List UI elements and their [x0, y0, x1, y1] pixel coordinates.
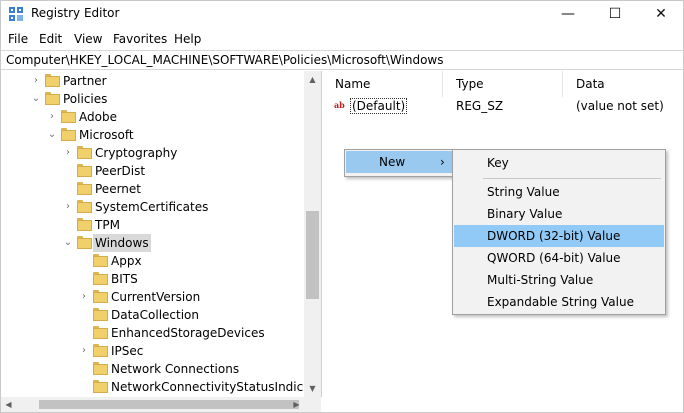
- submenu-item-label: Multi-String Value: [487, 273, 594, 287]
- submenu-item-label: Expandable String Value: [487, 295, 634, 309]
- value-data: (value not set): [576, 99, 664, 113]
- submenu-item-multi-string-value[interactable]: Multi-String Value: [454, 269, 664, 291]
- tree-item-label-selected: Windows: [93, 234, 151, 252]
- tree-item-label: Policies: [63, 92, 108, 106]
- address-path[interactable]: Computer\HKEY_LOCAL_MACHINE\SOFTWARE\Pol…: [6, 53, 443, 67]
- collapse-chevron-icon[interactable]: ⌄: [31, 90, 41, 108]
- tree-item-label: TPM: [95, 218, 120, 232]
- folder-icon: [77, 146, 92, 159]
- address-bar[interactable]: Computer\HKEY_LOCAL_MACHINE\SOFTWARE\Pol…: [1, 50, 683, 70]
- value-type: REG_SZ: [456, 99, 504, 113]
- expand-chevron-icon[interactable]: ›: [63, 198, 73, 216]
- close-button[interactable]: ✕: [638, 1, 684, 28]
- folder-icon: [61, 110, 76, 123]
- collapse-chevron-icon[interactable]: ⌄: [63, 234, 73, 252]
- tree-vertical-scrollbar[interactable]: ▲ ▼: [304, 71, 321, 397]
- submenu-item-string-value[interactable]: String Value: [454, 181, 664, 203]
- scroll-up-arrow-icon[interactable]: ▲: [304, 71, 321, 88]
- folder-icon: [93, 290, 108, 303]
- new-submenu: Key String Value Binary Value DWORD (32-…: [452, 149, 666, 315]
- collapse-chevron-icon[interactable]: ⌄: [47, 126, 57, 144]
- submenu-item-binary-value[interactable]: Binary Value: [454, 203, 664, 225]
- submenu-item-label: Binary Value: [487, 207, 563, 221]
- tree-item-label: Adobe: [79, 110, 117, 124]
- tree-item-label: Partner: [63, 74, 107, 88]
- expand-chevron-icon[interactable]: ›: [63, 144, 73, 162]
- column-header-data[interactable]: Data: [563, 71, 683, 97]
- tree-item-label: PeerDist: [95, 164, 146, 178]
- scroll-thumb[interactable]: [39, 400, 299, 409]
- value-name: (Default): [350, 98, 408, 114]
- submenu-item-dword-value[interactable]: DWORD (32-bit) Value: [454, 225, 664, 247]
- tree-item-label: Appx: [111, 254, 142, 268]
- tree-item-label: IPSec: [111, 344, 144, 358]
- string-value-icon: ab: [334, 100, 345, 110]
- tree-item-label: BITS: [111, 272, 138, 286]
- expand-chevron-icon[interactable]: ›: [79, 342, 89, 360]
- folder-icon: [93, 272, 108, 285]
- tree-item-label: Peernet: [95, 182, 141, 196]
- menu-edit[interactable]: Edit: [39, 32, 62, 46]
- menu-bar: File Edit View Favorites Help: [1, 29, 683, 49]
- column-header-name[interactable]: Name: [322, 71, 443, 97]
- tree-horizontal-scrollbar[interactable]: ◀ ▶: [1, 397, 321, 412]
- window-title: Registry Editor: [31, 6, 120, 20]
- menu-favorites[interactable]: Favorites: [113, 32, 167, 46]
- folder-icon: [45, 74, 60, 87]
- folder-icon: [77, 218, 92, 231]
- maximize-button[interactable]: ☐: [592, 1, 638, 28]
- tree-item-label: Cryptography: [95, 146, 178, 160]
- scroll-right-arrow-icon[interactable]: ▶: [289, 397, 304, 412]
- submenu-item-qword-value[interactable]: QWORD (64-bit) Value: [454, 247, 664, 269]
- minimize-button[interactable]: —: [545, 1, 591, 28]
- expand-chevron-icon[interactable]: ›: [47, 108, 57, 126]
- menu-item-new[interactable]: New ›: [346, 151, 452, 173]
- folder-icon: [93, 362, 108, 375]
- tree-item-label: EnhancedStorageDevices: [111, 326, 265, 340]
- registry-editor-window: Registry Editor — ☐ ✕ File Edit View Fav…: [0, 0, 684, 413]
- expand-chevron-icon[interactable]: ›: [31, 72, 41, 90]
- tree-item-label: NetworkConnectivityStatusIndicator: [111, 380, 322, 394]
- submenu-item-label: Key: [487, 156, 509, 170]
- folder-icon: [77, 236, 92, 249]
- folder-icon: [77, 182, 92, 195]
- menu-item-label: New: [379, 155, 406, 169]
- value-row-default[interactable]: ab (Default) REG_SZ (value not set): [322, 97, 683, 115]
- scroll-thumb[interactable]: [306, 211, 319, 299]
- menu-view[interactable]: View: [74, 32, 102, 46]
- folder-icon: [93, 254, 108, 267]
- tree-item-label: DataCollection: [111, 308, 200, 322]
- folder-icon: [45, 92, 60, 105]
- folder-icon: [93, 344, 108, 357]
- column-header-type[interactable]: Type: [443, 71, 563, 97]
- title-bar: Registry Editor — ☐ ✕: [1, 1, 683, 28]
- menu-help[interactable]: Help: [174, 32, 201, 46]
- folder-icon: [93, 326, 108, 339]
- submenu-item-label: QWORD (64-bit) Value: [487, 251, 621, 265]
- submenu-arrow-icon: ›: [440, 155, 445, 169]
- submenu-item-label: DWORD (32-bit) Value: [487, 229, 621, 243]
- menu-file[interactable]: File: [8, 32, 28, 46]
- menu-separator: [483, 178, 661, 179]
- registry-app-icon: [9, 7, 23, 21]
- context-menu: New ›: [344, 149, 454, 177]
- folder-icon: [61, 128, 76, 141]
- folder-icon: [93, 380, 108, 393]
- submenu-item-key[interactable]: Key: [454, 152, 664, 174]
- folder-icon: [93, 308, 108, 321]
- tree-item-label: CurrentVersion: [111, 290, 201, 304]
- tree-item-label: SystemCertificates: [95, 200, 209, 214]
- key-tree: › Partner ⌄ Policies › Adobe ⌄ Microsoft…: [1, 71, 322, 397]
- submenu-item-label: String Value: [487, 185, 560, 199]
- scroll-left-arrow-icon[interactable]: ◀: [1, 397, 16, 412]
- submenu-item-expandable-string-value[interactable]: Expandable String Value: [454, 291, 664, 313]
- folder-icon: [77, 200, 92, 213]
- folder-icon: [77, 164, 92, 177]
- tree-item-label: Microsoft: [79, 128, 134, 142]
- tree-item-label: Network Connections: [111, 362, 240, 376]
- scroll-down-arrow-icon[interactable]: ▼: [304, 380, 321, 397]
- expand-chevron-icon[interactable]: ›: [79, 288, 89, 306]
